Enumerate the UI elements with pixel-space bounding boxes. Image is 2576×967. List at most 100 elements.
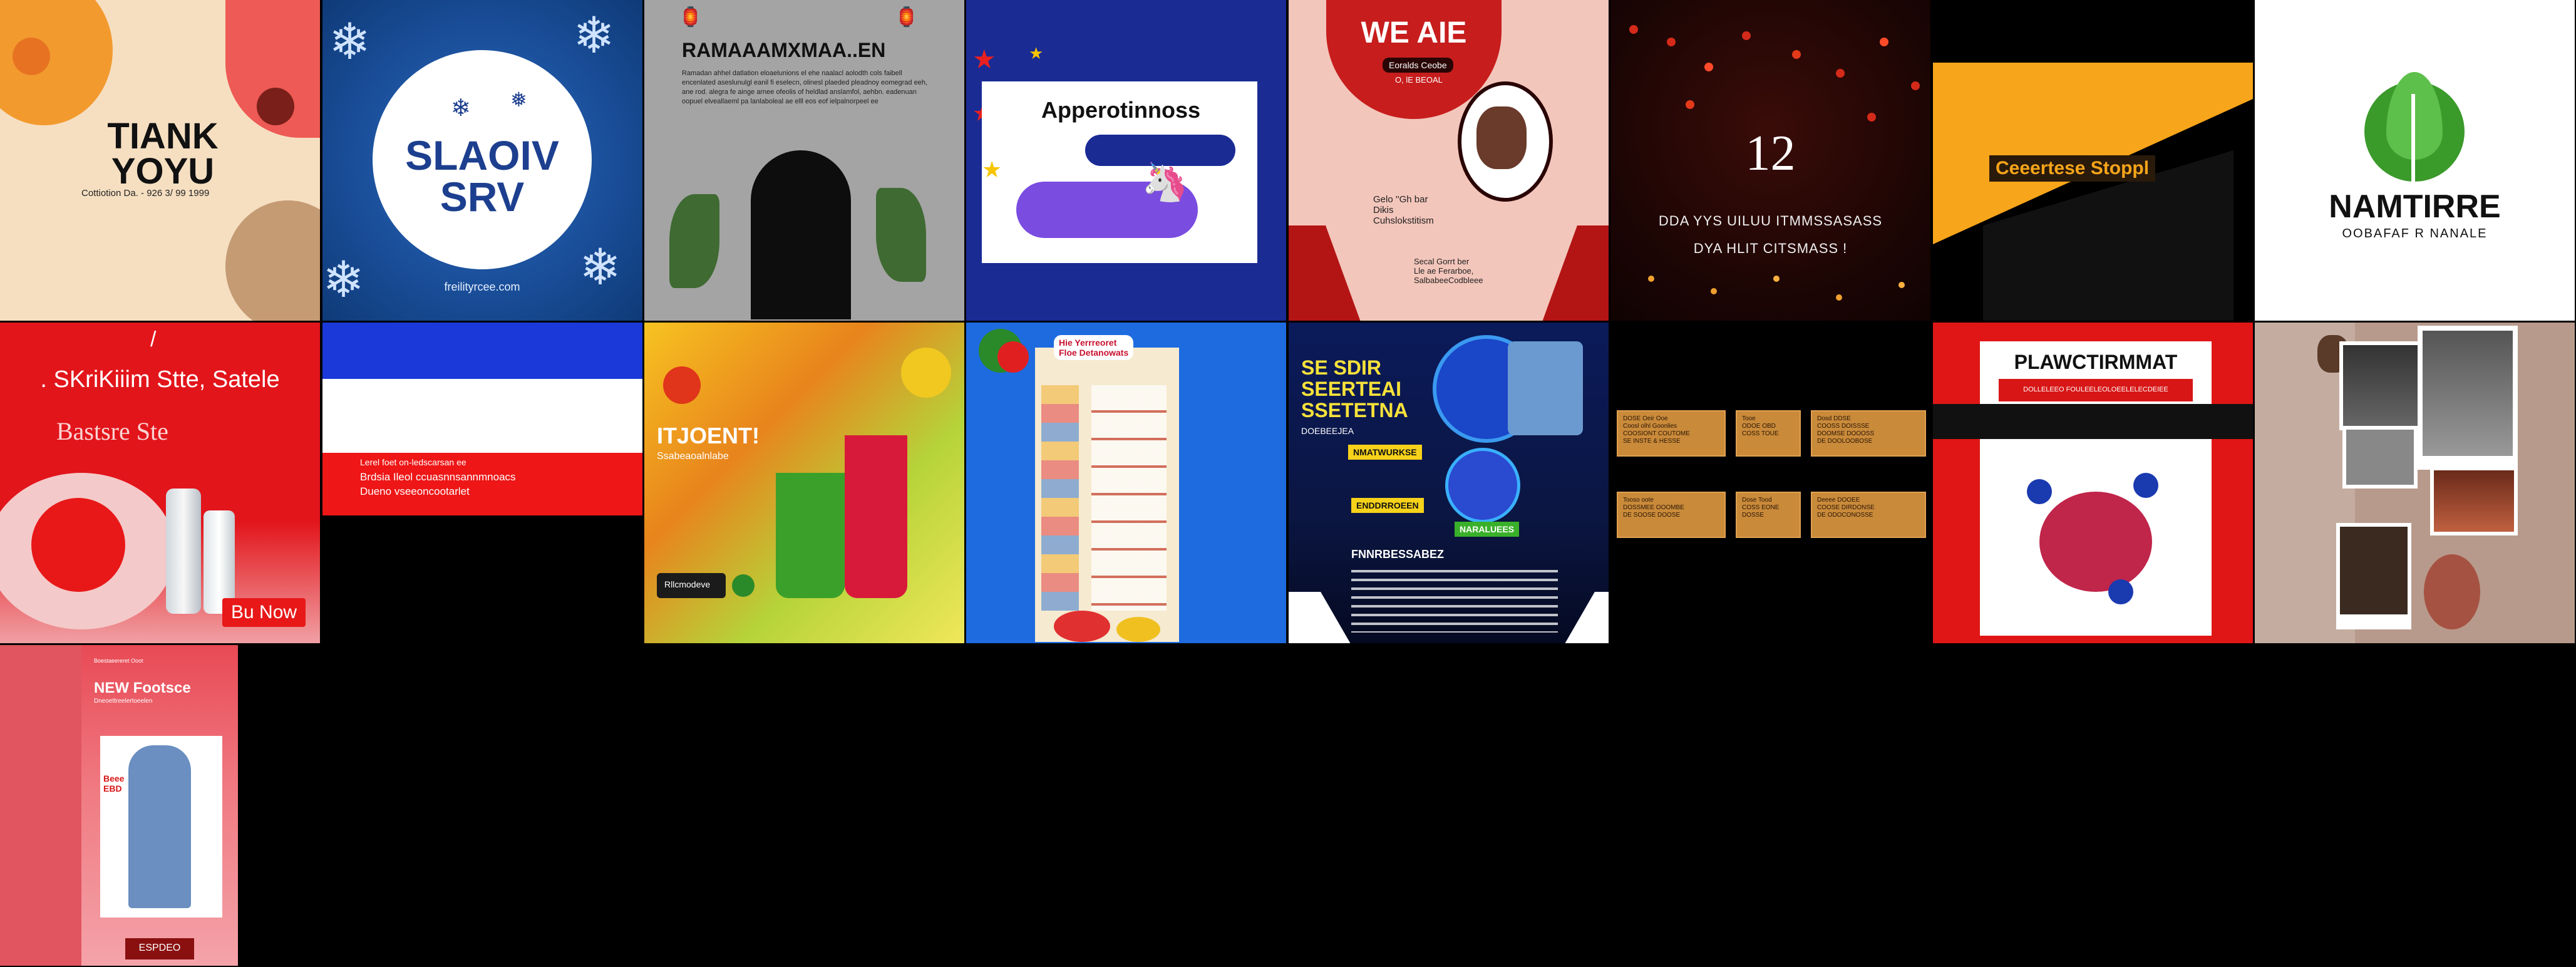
unicorn-icon: 🦄	[1141, 161, 1188, 203]
black-strip	[1933, 404, 2253, 439]
ornament-shape	[997, 341, 1029, 373]
ramadan-body: Ramadan ahhel datlation eloaelunions el …	[682, 70, 928, 105]
bubble-shape	[2027, 479, 2052, 504]
green-glass	[776, 473, 845, 598]
poster-bar-text: DOLLELEEO FOULEELEOLOEELELECDEIEE	[2023, 386, 2168, 393]
slash-mark: /	[150, 328, 157, 351]
we-are-body: Gelo ''Gh bar Dikis Cuhslokstitism	[1373, 194, 1434, 226]
fruit-shape	[901, 348, 951, 398]
tile-we-are[interactable]: WE AIE Eoralds Ceobe O, lE BEOAL Gelo ''…	[1289, 0, 1609, 321]
juice-cta[interactable]: Rllcmodeve	[664, 579, 710, 589]
bubble-shape	[2133, 473, 2158, 498]
fruit-shape	[663, 366, 701, 404]
snow-title: SLAOIV SRV	[405, 132, 559, 220]
info-card[interactable]: Tooe ODOE OBD COSS TOUE	[1736, 410, 1801, 457]
tile-skincare-sale[interactable]: / . SKriKiiim Stte, Satele Bastsre Ste B…	[0, 323, 320, 643]
info-card[interactable]: Dose Tood COSS EONE DOSSE	[1736, 492, 1801, 538]
person-photo	[1476, 106, 1527, 169]
tile-christmas-countdown[interactable]: 12 DDA YYS UILUU ITMMSSASASS DYA HLIT CI…	[1610, 0, 1930, 321]
tile-snow-sale[interactable]: ❄ ❅ SLAOIV SRV ❄ ❄ ❄ ❄ freilityrcee.com	[322, 0, 642, 321]
info-card-text: Tooe ODOE OBD COSS TOUE	[1742, 415, 1779, 437]
skincare-subtitle: Bastsre Ste	[56, 417, 168, 445]
snowflake-icon: ❄	[451, 95, 471, 122]
thank-you-title: TIANK YOYU	[107, 116, 219, 192]
polaroid-photo	[2418, 326, 2518, 470]
snowflake-corner-icon: ❄	[329, 14, 371, 70]
tan-blob-shape	[225, 200, 320, 321]
tile-networking-event[interactable]: SE SDIR SEERTEAI SSETETNA DOEBEEJEA NMAT…	[1289, 323, 1609, 643]
bottle-product	[166, 489, 201, 614]
appreciation-title: Apperotinnoss	[1041, 97, 1201, 123]
speaker-photo	[1508, 341, 1583, 435]
info-card[interactable]: DOSE Oeir Ooe Coosl olhl Goonlies COOSIO…	[1617, 410, 1726, 457]
info-card-text: DOSE Oeir Ooe Coosl olhl Goonlies COOSIO…	[1623, 415, 1690, 445]
banner-label: Ceeertese Stoppl	[1989, 155, 2156, 182]
flower-shape	[2424, 554, 2480, 629]
ornament-shape	[1116, 617, 1160, 642]
figure-silhouette	[751, 150, 851, 319]
pink-side	[0, 645, 81, 966]
speaker-photo	[1445, 448, 1520, 523]
tile-comic-infographic[interactable]: Hie Yerrreoret Floe Detanowats	[966, 323, 1286, 643]
tile-yellow-banner[interactable]: Ceeertese Stoppl	[1933, 0, 2253, 321]
countdown-line1: DDA YYS UILUU ITMMSSASASS	[1658, 213, 1883, 229]
we-are-sub: O, lE BEOAL	[1395, 75, 1443, 85]
star-icon: ★	[1029, 44, 1044, 63]
polaroid-photo	[2339, 341, 2428, 430]
we-are-title: WE AIE	[1361, 16, 1467, 49]
event-badge-1: NMATWURKSE	[1348, 445, 1422, 460]
fashion-cta[interactable]: ESPDEO	[125, 943, 194, 954]
coat-figure	[128, 745, 191, 908]
snowflake-icon: ❅	[510, 88, 527, 111]
event-details	[1351, 570, 1558, 633]
polaroid-photo	[2336, 523, 2411, 629]
tile-fashion-ad[interactable]: Boestaeereret Ooot NEW Footsce Dneoettre…	[0, 645, 320, 966]
tile-card-grid[interactable]: DOSE Oeir Ooe Coosl olhl Goonlies COOSIO…	[1610, 323, 1930, 643]
tile-ramadan[interactable]: 🏮 🏮 RAMAAAMXMAA..EN Ramadan ahhel datlat…	[644, 0, 964, 321]
comic-strip	[1091, 385, 1167, 611]
white-stripe	[322, 379, 642, 453]
ornament-shape	[1054, 611, 1110, 642]
info-card[interactable]: Tooso oote DOSSMEE OOOMBE DE SOOSE DOOSE	[1617, 492, 1726, 538]
juice-title: ITJOENT!	[657, 423, 760, 448]
tile-appreciation[interactable]: ★ ★ ★ Apperotinnoss 🦄 ★	[966, 0, 1286, 321]
tile-striped-banner[interactable]: Lerel foet on-ledscarsan ee Brdsia Ileol…	[322, 323, 642, 643]
event-sub: DOEBEEJEA	[1301, 426, 1354, 436]
countdown-line2: DYA HLIT CITSMASS !	[1693, 240, 1848, 256]
fashion-top: Boestaeereret Ooot	[94, 658, 143, 664]
we-are-footer: Secal Gorrt ber Lle ae Ferarboe, Salbabe…	[1414, 257, 1483, 285]
image-grid: TIANK YOYU Cottiotion Da. - 926 3/ 99 19…	[0, 0, 2576, 967]
poster-title: PLAWCTIRMMAT	[2014, 351, 2178, 373]
tile-juice-promo[interactable]: ITJOENT! Ssabeaoalnlabe Rllcmodeve	[644, 323, 964, 643]
red-corner-shape	[1289, 225, 1364, 321]
countdown-number: 12	[1745, 126, 1796, 181]
shell-shape	[2039, 492, 2152, 592]
buy-now-button[interactable]: Bu Now	[222, 598, 306, 627]
thank-you-subtext: Cottiotion Da. - 926 3/ 99 1999	[81, 188, 210, 199]
brand-name: NAMTIRRE	[2329, 189, 2501, 225]
info-card[interactable]: Dosd DDSE COOSS DOISSSE DOOMSE DOOOSS DE…	[1811, 410, 1926, 457]
tile-red-poster[interactable]: PLAWCTIRMMAT DOLLELEEO FOULEELEOLOEELELE…	[1933, 323, 2253, 643]
star-icon: ★	[972, 44, 996, 74]
fashion-sub: Dneoettreelertoeelen	[94, 698, 153, 705]
circle-badge	[732, 574, 755, 597]
fashion-title: NEW Footsce	[94, 680, 191, 696]
snowflake-corner-icon: ❄	[322, 252, 365, 308]
event-badge-3: NARALUEES	[1455, 522, 1520, 537]
leaf-shape	[876, 188, 926, 282]
bubble-shape	[2108, 579, 2133, 604]
red-corner-shape	[1538, 225, 1609, 321]
dot-shape	[13, 38, 50, 75]
star-icon: ★	[982, 157, 1002, 182]
comic-header: Hie Yerrreoret Floe Detanowats	[1054, 335, 1134, 360]
info-card[interactable]: Deeee DOOEE COOSE DIRDONSE DE ODOCONOSSE	[1811, 492, 1926, 538]
tile-thank-you[interactable]: TIANK YOYU Cottiotion Da. - 926 3/ 99 19…	[0, 0, 320, 321]
black-side	[238, 645, 320, 966]
event-title: SE SDIR SEERTEAI SSETETNA	[1301, 356, 1408, 421]
blue-stripe	[322, 323, 642, 379]
info-card-text: Tooso oote DOSSMEE OOOMBE DE SOOSE DOOSE	[1623, 497, 1684, 519]
red-glass	[845, 435, 907, 598]
tile-photo-collage[interactable]	[2255, 323, 2575, 643]
lantern-icon: 🏮	[895, 7, 919, 28]
tile-nature-logo[interactable]: NAMTIRRE OOBAFAF R NANALE	[2255, 0, 2575, 321]
